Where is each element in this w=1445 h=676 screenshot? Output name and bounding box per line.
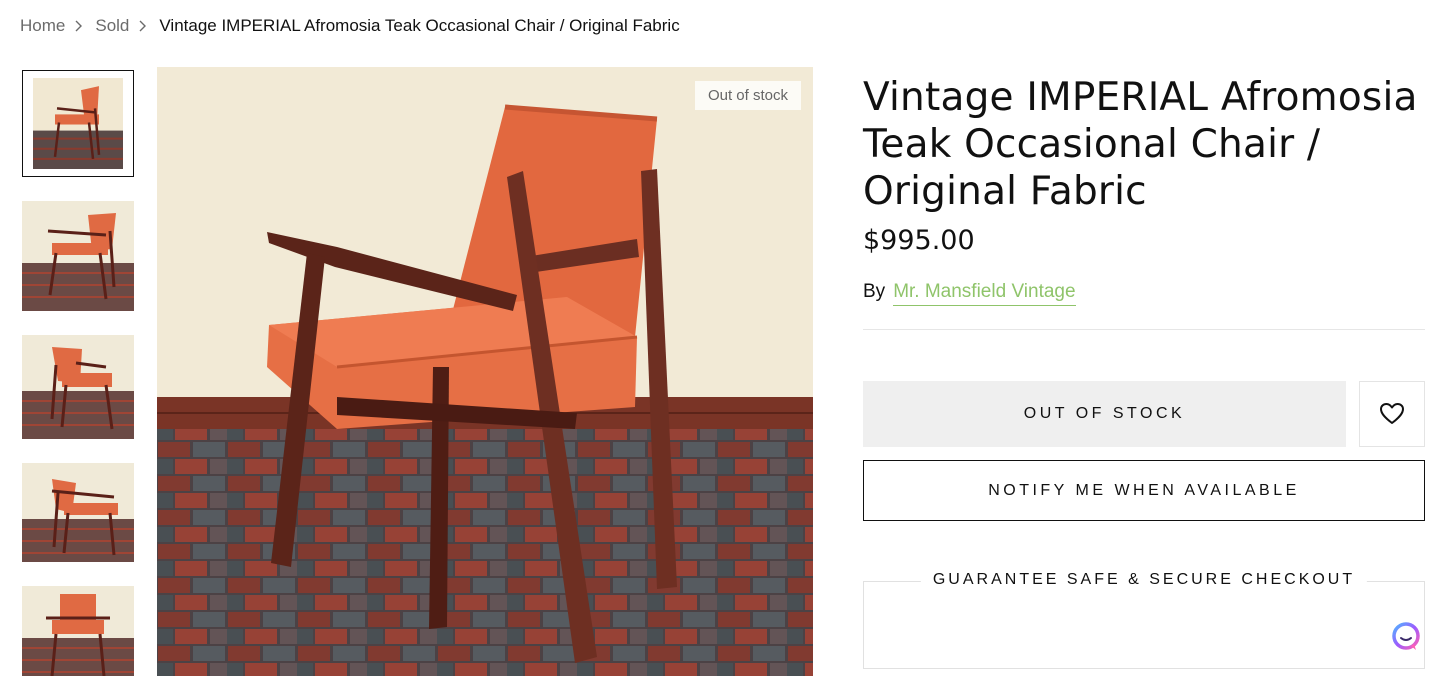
guarantee-box: GUARANTEE SAFE & SECURE CHECKOUT	[863, 571, 1425, 669]
divider	[863, 329, 1425, 330]
chair-photo-thumbnail	[33, 78, 123, 169]
out-of-stock-button[interactable]: OUT OF STOCK	[863, 381, 1346, 447]
chair-photo-thumbnail	[22, 463, 134, 562]
vendor-link[interactable]: Mr. Mansfield Vintage	[893, 281, 1076, 306]
thumbnail-4[interactable]	[22, 463, 134, 562]
breadcrumb-home-link[interactable]: Home	[20, 16, 65, 36]
thumbnail-2[interactable]	[22, 201, 134, 311]
vendor-by-label: By	[863, 281, 886, 302]
product-price: $995.00	[863, 225, 975, 256]
chevron-right-icon	[74, 20, 83, 32]
vendor-line: By Mr. Mansfield Vintage	[863, 281, 1425, 306]
chair-photo-thumbnail	[22, 586, 134, 676]
thumbnail-5[interactable]	[22, 586, 134, 676]
wishlist-button[interactable]	[1359, 381, 1425, 447]
chat-widget-icon[interactable]	[1389, 620, 1423, 654]
chat-bubble-icon	[1392, 622, 1420, 650]
chair-photo-thumbnail	[22, 201, 134, 311]
breadcrumb-current: Vintage IMPERIAL Afromosia Teak Occasion…	[159, 16, 680, 35]
chair-photo	[157, 67, 813, 676]
breadcrumb: Home Sold Vintage IMPERIAL Afromosia Tea…	[20, 15, 680, 37]
chair-photo-thumbnail	[22, 335, 134, 439]
product-info: Vintage IMPERIAL Afromosia Teak Occasion…	[863, 74, 1425, 330]
chevron-right-icon	[138, 20, 147, 32]
out-of-stock-badge: Out of stock	[694, 81, 801, 110]
heart-icon	[1380, 403, 1404, 424]
thumbnail-3[interactable]	[22, 335, 134, 439]
guarantee-label: GUARANTEE SAFE & SECURE CHECKOUT	[920, 571, 1368, 589]
product-title: Vintage IMPERIAL Afromosia Teak Occasion…	[863, 75, 1418, 214]
thumbnail-1[interactable]	[22, 70, 134, 177]
main-product-image[interactable]: Out of stock	[157, 67, 813, 676]
notify-me-button[interactable]: NOTIFY ME WHEN AVAILABLE	[863, 460, 1425, 521]
breadcrumb-sold-link[interactable]: Sold	[95, 16, 129, 36]
